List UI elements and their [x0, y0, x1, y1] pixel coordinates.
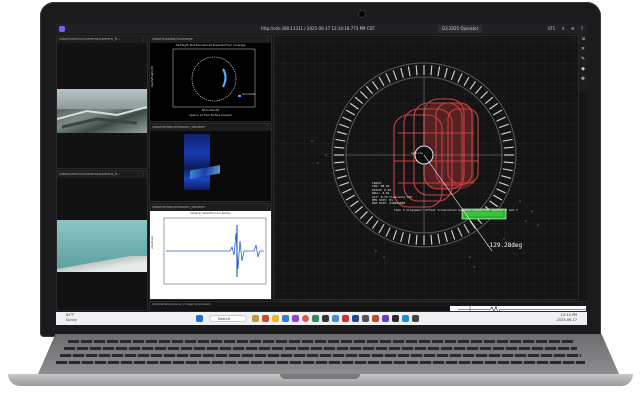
clock-date: 2025-06-17: [556, 318, 577, 322]
taskbar-search[interactable]: Search: [209, 315, 247, 322]
plot-footer: Approx. 2x Floor Surface Covered: [189, 114, 232, 117]
x-axis-label: Aft-to-Fwd (ft): [201, 109, 220, 112]
app-icon[interactable]: [332, 315, 339, 322]
camera-panel-top: /sibot/vehicle/cameras/camera_fr... ⋮: [56, 35, 148, 169]
laptop-base: [8, 334, 633, 390]
camera-panel-bottom: /sibot/vehicle/cameras/camera_fr... ⋮: [56, 170, 148, 311]
close-icon[interactable]: ✕: [580, 46, 586, 52]
view-toolbar: ⇲ ✕ ✎ ◆ ✥: [579, 34, 587, 92]
search-placeholder: Search: [218, 317, 231, 321]
folder-icon[interactable]: [272, 315, 279, 322]
3d-scene: [274, 43, 578, 299]
telemetry-line: MLR STAT: 418491000: [372, 201, 406, 206]
keyboard-row: [68, 340, 573, 343]
camera-image: [57, 220, 147, 272]
app-icon[interactable]: [282, 315, 289, 322]
expand-icon[interactable]: ⇲: [580, 36, 586, 42]
panel-menu-icon[interactable]: ⋮: [573, 36, 577, 43]
move-icon[interactable]: ✥: [580, 76, 586, 82]
sidescan-panel: /sibot/whale/sidescan_banded ⋮: [149, 123, 272, 202]
app-icon[interactable]: [292, 315, 299, 322]
heading-readout: -129.28deg: [486, 242, 523, 249]
app-logo-icon: [59, 26, 65, 32]
weather-desc: Sunny: [66, 318, 77, 322]
app-icon[interactable]: [342, 315, 349, 322]
panel-menu-icon[interactable]: ⋮: [266, 124, 270, 131]
app-icon[interactable]: [362, 315, 369, 322]
marker-icon[interactable]: ◆: [580, 66, 586, 72]
app-icon[interactable]: [262, 315, 269, 322]
help-icon[interactable]: ?: [581, 26, 583, 31]
app-icon[interactable]: [392, 315, 399, 322]
edit-icon[interactable]: ✎: [580, 56, 586, 62]
vehicle-label: vehicle: [411, 151, 423, 155]
panel-title: /sibot/sipedal/coverage ⋮: [150, 36, 271, 43]
camera-feed-bottom: [57, 178, 147, 310]
camera-feed-top: [57, 43, 147, 168]
panel-title: /sibot/whale/sidescan_banded ⋮: [150, 204, 271, 211]
search-icon[interactable]: ⚲: [562, 26, 565, 31]
waterfall-image: [184, 134, 210, 190]
app-icon[interactable]: [352, 315, 359, 322]
sidescan-strip-panel: /sibot/whale/sidescan_image/compressed ⋮: [149, 301, 587, 312]
keyboard-row: [60, 354, 581, 357]
timezone-toggle[interactable]: UTC: [548, 26, 556, 31]
terminal-icon[interactable]: [322, 315, 329, 322]
panel-title: /sibot/vehicle/cameras/camera_fr... ⋮: [57, 36, 147, 43]
panel-menu-icon[interactable]: ⋮: [142, 36, 146, 43]
alignment-caption: Tank 3 Alignment: Offset translation bet…: [394, 208, 518, 212]
app-icon[interactable]: [312, 315, 319, 322]
laptop-frame: http://orb-308:11311 / 2025-06-17 12:14:…: [0, 0, 641, 405]
weather-widget[interactable]: 82°F Sunny: [66, 313, 77, 323]
camera-image: [57, 89, 147, 133]
start-icon[interactable]: [196, 315, 203, 322]
sidescan-image: [150, 131, 271, 201]
waveform-panel: /sibot/whale/sidescan_banded ⋮ Sidescan W…: [149, 203, 272, 300]
keyboard-row: [56, 361, 585, 364]
legend-label: Good Data: [242, 93, 256, 96]
lid-notch: [280, 374, 360, 379]
layout-selector[interactable]: G3 2025 Operator: [438, 25, 483, 33]
browser-icon[interactable]: [302, 315, 309, 322]
panel-menu-icon[interactable]: ⋮: [142, 171, 146, 178]
webcam-icon: [358, 10, 366, 18]
os-taskbar: 82°F Sunny Search 12:14 PM 2025-06-17: [56, 312, 587, 325]
laptop-screen: http://orb-308:11311 / 2025-06-17 12:14:…: [56, 24, 587, 325]
app-icon[interactable]: [252, 315, 259, 322]
coverage-plot-panel: /sibot/sipedal/coverage ⋮ Fwd Right Tank …: [149, 35, 272, 122]
app-icon[interactable]: [382, 315, 389, 322]
titlebar-actions: UTC ⚲ ⚙ ?: [543, 24, 583, 34]
main-3d-view[interactable]: ⋮ vehicle TRACK: YAW: 98.44 PITCH: 0.03 …: [273, 35, 579, 300]
app-titlebar: http://orb-308:11311 / 2025-06-17 12:14:…: [56, 24, 587, 34]
telemetry-readout: TRACK: YAW: 98.44 PITCH: 0.03 ROLL: 0.01…: [372, 181, 412, 206]
panel-menu-icon[interactable]: ⋮: [266, 36, 270, 43]
app-icon[interactable]: [412, 315, 419, 322]
y-axis-label: Depth/Height (ft): [151, 65, 155, 88]
connection-url: http://orb-308:11311 / 2025-06-17 12:14:…: [261, 26, 376, 31]
system-clock[interactable]: 12:14 PM 2025-06-17: [557, 313, 577, 323]
coverage-plot: Fwd Right Tank Bounded Alt Expected Floo…: [150, 43, 271, 121]
keyboard-row: [64, 347, 577, 350]
app-icon[interactable]: [372, 315, 379, 322]
panel-title: ⋮: [274, 36, 578, 43]
panel-menu-icon[interactable]: ⋮: [266, 204, 270, 211]
app-icon[interactable]: [402, 315, 409, 322]
panel-title: /sibot/vehicle/cameras/camera_fr... ⋮: [57, 171, 147, 178]
panel-title: /sibot/whale/sidescan_banded ⋮: [150, 124, 271, 131]
gear-icon[interactable]: ⚙: [571, 26, 575, 31]
waveform-plot: Sidescan Waveform & Intensity Amplitude: [150, 211, 271, 299]
